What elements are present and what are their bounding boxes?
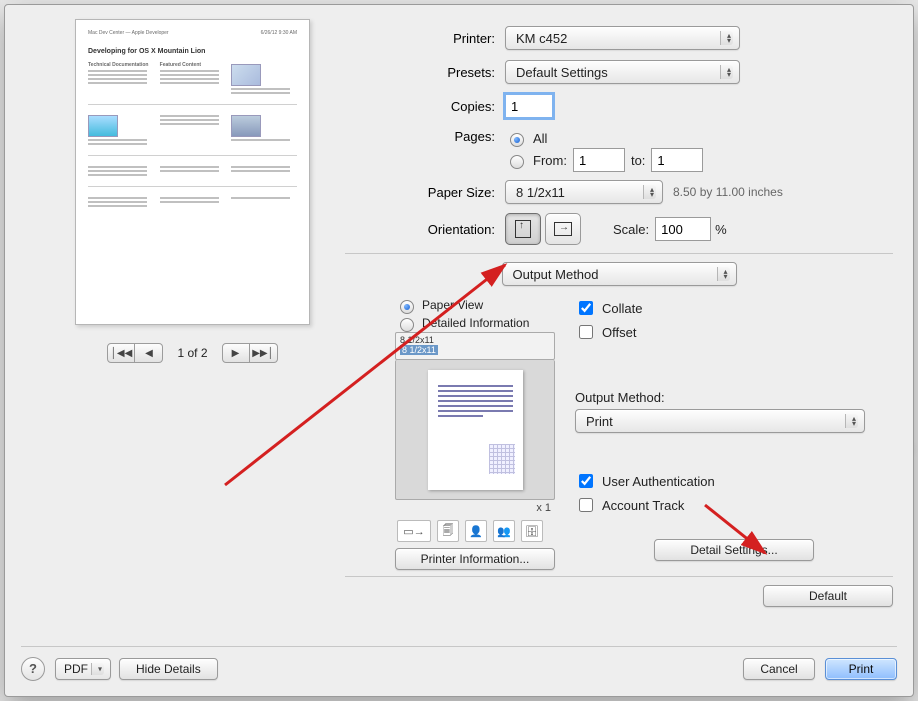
- presets-value: Default Settings: [516, 65, 608, 80]
- printer-combo[interactable]: KM c452▴▾: [505, 26, 740, 50]
- hide-details-button[interactable]: Hide Details: [119, 658, 218, 680]
- thumb-title: Developing for OS X Mountain Lion: [88, 47, 297, 56]
- output-method-value: Print: [586, 414, 613, 429]
- account-track-label: Account Track: [602, 498, 684, 513]
- default-button[interactable]: Default: [763, 585, 893, 607]
- paper-view-label: Paper View: [422, 298, 483, 312]
- presets-label: Presets:: [345, 65, 505, 80]
- pager-prev-button[interactable]: ◀: [135, 343, 163, 363]
- pages-all-radio[interactable]: [510, 133, 524, 147]
- group-icon[interactable]: 👥: [493, 520, 515, 542]
- pages-from-input[interactable]: [573, 148, 625, 172]
- output-method-combo[interactable]: Print▴▾: [575, 409, 865, 433]
- pages-all-label: All: [533, 131, 547, 146]
- scale-input[interactable]: [655, 217, 711, 241]
- user-auth-label: User Authentication: [602, 474, 715, 489]
- print-form: Printer: KM c452▴▾ Presets: Default Sett…: [345, 25, 893, 607]
- print-dialog-sheet: Mac Dev Center — Apple Developer6/26/12 …: [4, 4, 914, 697]
- pdf-menu-button[interactable]: PDF▾: [55, 658, 111, 680]
- scale-percent: %: [715, 222, 727, 237]
- pager-fwd-group: ▶ ▶▶│: [222, 343, 278, 363]
- preview-column: Mac Dev Center — Apple Developer6/26/12 …: [75, 19, 310, 363]
- pages-to-input[interactable]: [651, 148, 703, 172]
- pages-label: Pages:: [345, 127, 505, 144]
- paper-list-item-selected: 8 1/2x11: [400, 345, 438, 355]
- detail-settings-button[interactable]: Detail Settings...: [654, 539, 814, 561]
- presets-combo[interactable]: Default Settings▴▾: [505, 60, 740, 84]
- printer-value: KM c452: [516, 31, 567, 46]
- copies-input[interactable]: [505, 94, 553, 118]
- paper-list[interactable]: 8 1/2x11 8 1/2x11: [395, 332, 555, 360]
- papersize-hint: 8.50 by 11.00 inches: [673, 185, 783, 199]
- pdf-menu-label: PDF: [64, 662, 88, 676]
- collate-checkbox[interactable]: [579, 301, 593, 315]
- mini-page-icon: [428, 370, 523, 490]
- pager-last-button[interactable]: ▶▶│: [250, 343, 278, 363]
- paper-list-item: 8 1/2x11: [400, 335, 550, 345]
- pager-first-button[interactable]: │◀◀: [107, 343, 135, 363]
- offset-label: Offset: [602, 325, 636, 340]
- detailed-info-radio[interactable]: [400, 318, 414, 332]
- output-method-label: Output Method:: [575, 390, 893, 405]
- detailed-info-label: Detailed Information: [422, 316, 529, 330]
- orientation-portrait-button[interactable]: [505, 213, 541, 245]
- output-method-panel: Paper View Detailed Information 8 1/2x11…: [345, 296, 893, 570]
- layout-preview-toggle-icon[interactable]: ▭→: [397, 520, 431, 542]
- page-thumbnail[interactable]: Mac Dev Center — Apple Developer6/26/12 …: [75, 19, 310, 325]
- pages-to-label: to:: [631, 153, 645, 168]
- papersize-label: Paper Size:: [345, 185, 505, 200]
- scale-label: Scale:: [613, 222, 649, 237]
- orientation-landscape-button[interactable]: [545, 213, 581, 245]
- pager-back-group: │◀◀ ◀: [107, 343, 163, 363]
- layout-preview: [395, 360, 555, 500]
- separator: [345, 576, 893, 577]
- page-count-label: x 1: [395, 500, 555, 516]
- papersize-combo[interactable]: 8 1/2x11▴▾: [505, 180, 663, 204]
- printer-information-button[interactable]: Printer Information...: [395, 548, 555, 570]
- printer-label: Printer:: [345, 31, 505, 46]
- options-section-combo[interactable]: Output Method▴▾: [502, 262, 737, 286]
- pages-from-label: From:: [533, 153, 567, 168]
- pager-next-button[interactable]: ▶: [222, 343, 250, 363]
- user-icon[interactable]: 👤: [465, 520, 487, 542]
- print-button[interactable]: Print: [825, 658, 897, 680]
- help-button[interactable]: ?: [21, 657, 45, 681]
- options-section-value: Output Method: [513, 267, 599, 282]
- pages-from-radio[interactable]: [510, 155, 524, 169]
- account-track-checkbox[interactable]: [579, 498, 593, 512]
- paper-view-radio[interactable]: [400, 300, 414, 314]
- page-indicator: 1 of 2: [173, 346, 211, 360]
- cancel-button[interactable]: Cancel: [743, 658, 815, 680]
- separator: [345, 253, 893, 254]
- collate-label: Collate: [602, 301, 642, 316]
- secure-icon[interactable]: 🗄: [521, 520, 543, 542]
- offset-checkbox[interactable]: [579, 325, 593, 339]
- dialog-bottom-bar: ? PDF▾ Hide Details Cancel Print: [21, 646, 897, 682]
- layout-icon-strip: ▭→ 🗐 👤 👥 🗄: [395, 516, 555, 544]
- finishing-icon[interactable]: 🗐: [437, 520, 459, 542]
- copies-label: Copies:: [345, 99, 505, 114]
- user-auth-checkbox[interactable]: [579, 474, 593, 488]
- orientation-label: Orientation:: [345, 222, 505, 237]
- papersize-value: 8 1/2x11: [516, 185, 565, 200]
- pager-row: │◀◀ ◀ 1 of 2 ▶ ▶▶│: [75, 343, 310, 363]
